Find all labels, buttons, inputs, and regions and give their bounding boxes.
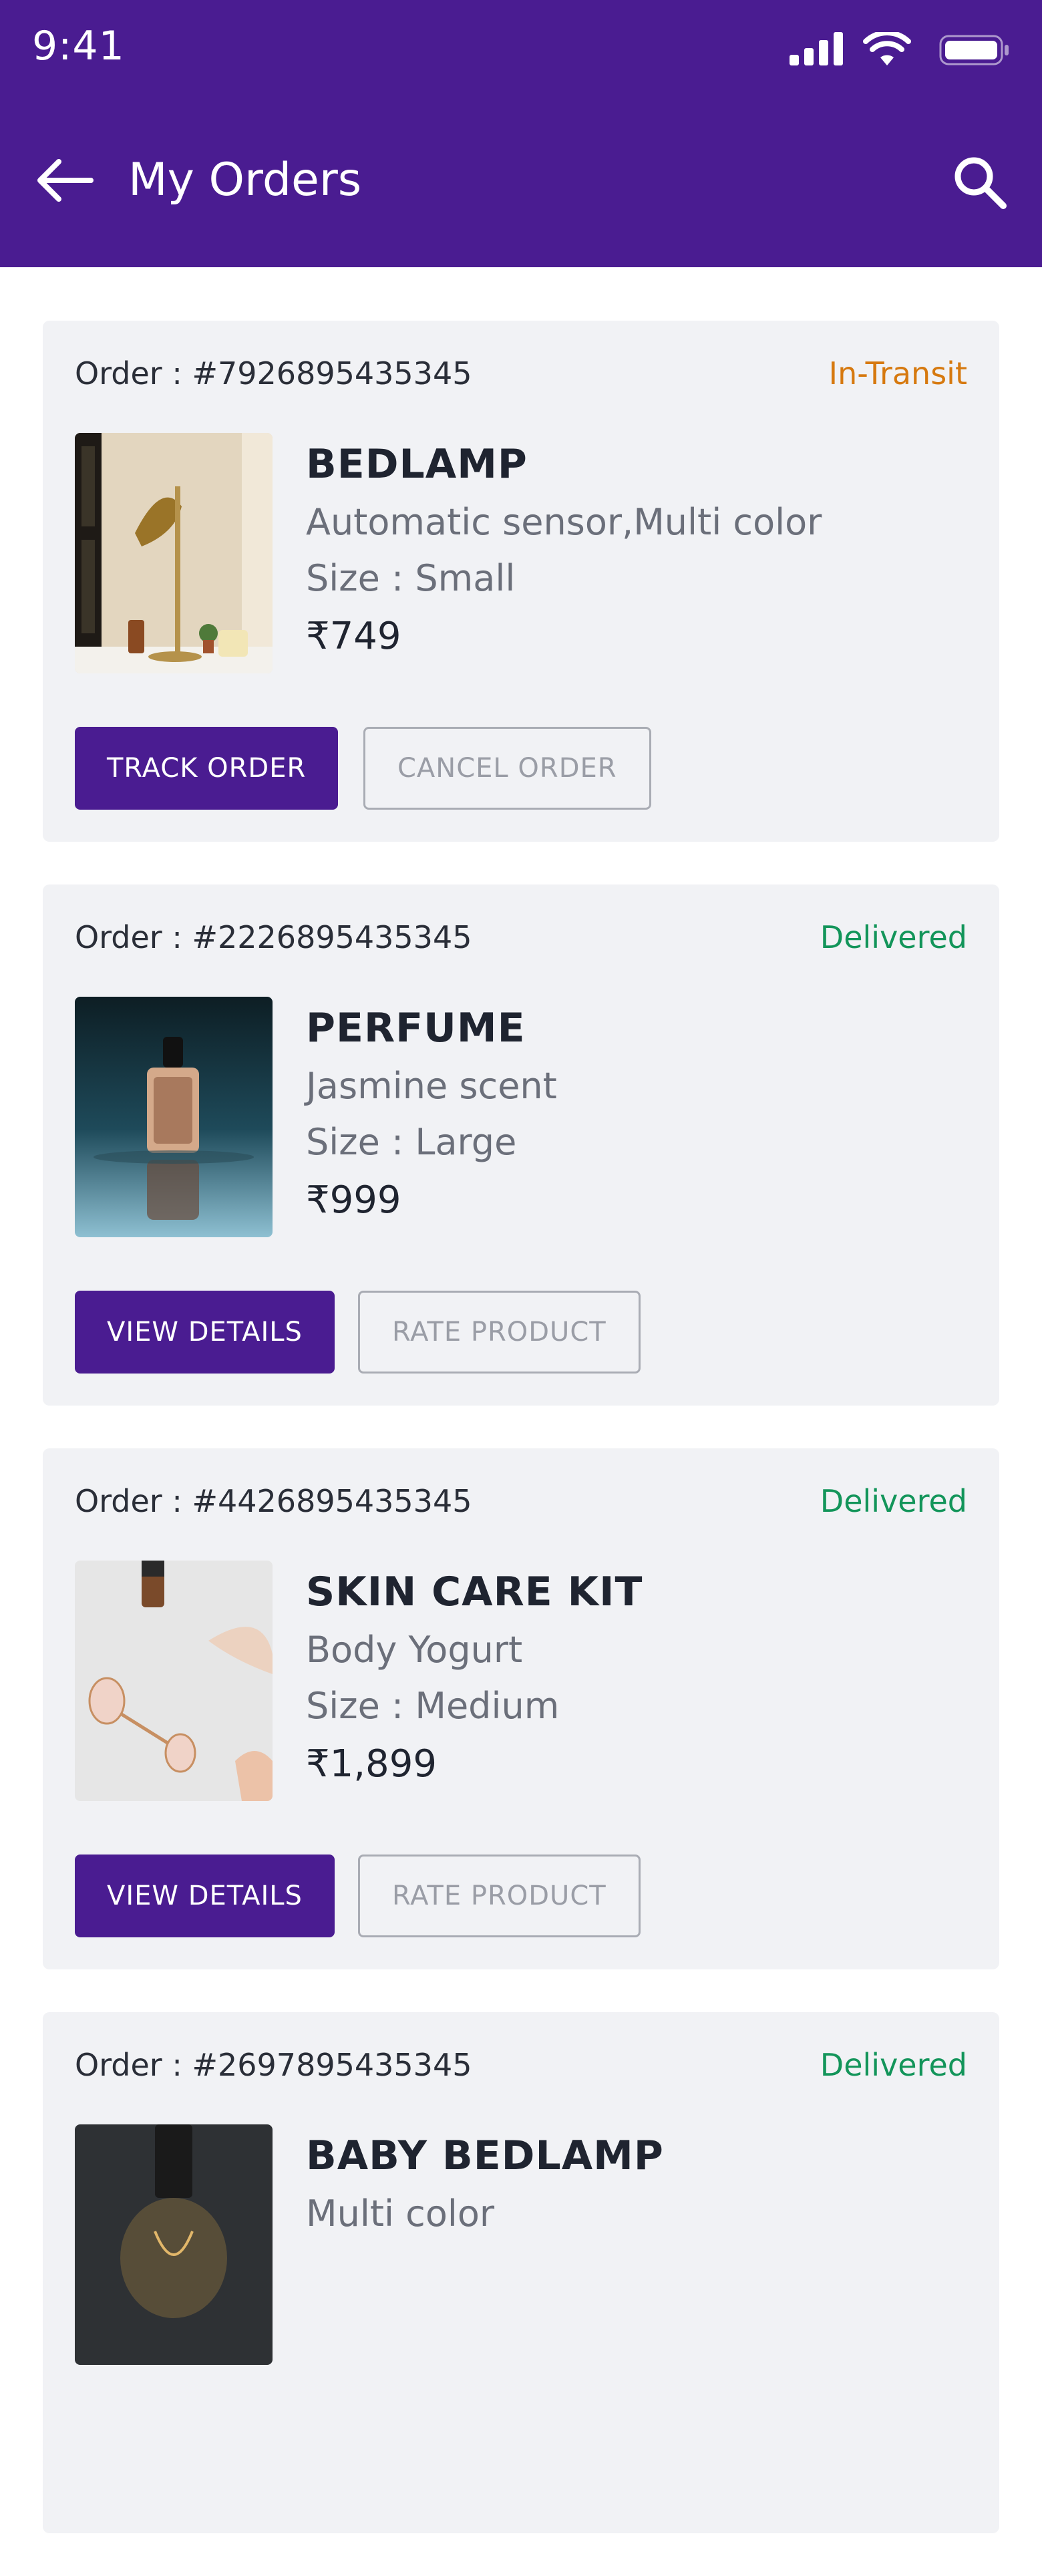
order-number: Order : #4426895435345 [75,1483,472,1519]
cancel-order-button[interactable]: CANCEL ORDER [363,727,651,810]
track-order-button[interactable]: TRACK ORDER [75,727,339,810]
battery-icon [939,35,1009,65]
orders-list: Order : #7926895435345 In-Transit BEDLAM… [43,321,999,2576]
view-details-button[interactable]: VIEW DETAILS [75,1291,335,1374]
product-size: Size : Medium [306,1685,560,1727]
product-price: ₹999 [306,1178,401,1222]
search-button[interactable] [950,152,1010,212]
rate-product-button[interactable]: RATE PRODUCT [358,1855,641,1937]
product-description: Automatic sensor,Multi color [306,501,822,543]
product-image[interactable] [75,1561,273,1801]
order-card[interactable]: Order : #7926895435345 In-Transit BEDLAM… [43,321,999,842]
app-header: 9:41 My Orders [0,0,1042,267]
search-icon [954,157,1007,209]
product-image[interactable] [75,2124,273,2365]
product-description: Jasmine scent [306,1065,557,1107]
order-number: Order : #7926895435345 [75,355,472,391]
nav-bar: My Orders [0,134,1042,227]
status-label: Delivered [820,919,967,955]
product-name: BEDLAMP [306,441,528,488]
arrow-left-icon [37,159,94,202]
status-time: 9:41 [32,23,125,69]
view-details-button[interactable]: VIEW DETAILS [75,1855,335,1937]
product-description: Body Yogurt [306,1629,523,1671]
status-label: Delivered [820,1483,967,1519]
order-number: Order : #2697895435345 [75,2047,472,2083]
wifi-icon [863,32,911,65]
product-size: Size : Large [306,1121,517,1163]
order-number: Order : #2226895435345 [75,919,472,955]
product-image[interactable] [75,433,273,673]
product-size: Size : Small [306,557,516,599]
product-price: ₹1,899 [306,1742,437,1786]
order-card[interactable]: Order : #4426895435345 Delivered SKIN CA… [43,1448,999,1969]
status-icons [769,32,1010,69]
product-name: PERFUME [306,1005,526,1052]
product-name: SKIN CARE KIT [306,1569,643,1615]
rate-product-button[interactable]: RATE PRODUCT [358,1291,641,1374]
signal-icon [790,32,843,65]
order-card[interactable]: Order : #2697895435345 Delivered BABY BE… [43,2012,999,2533]
product-price: ₹749 [306,615,401,658]
back-button[interactable] [32,154,96,207]
product-description: Multi color [306,2193,495,2235]
product-image[interactable] [75,997,273,1237]
product-name: BABY BEDLAMP [306,2132,664,2179]
status-label: In-Transit [828,355,967,391]
status-label: Delivered [820,2047,967,2083]
order-card[interactable]: Order : #2226895435345 Delivered PERFUME… [43,884,999,1406]
page-title: My Orders [128,154,362,206]
